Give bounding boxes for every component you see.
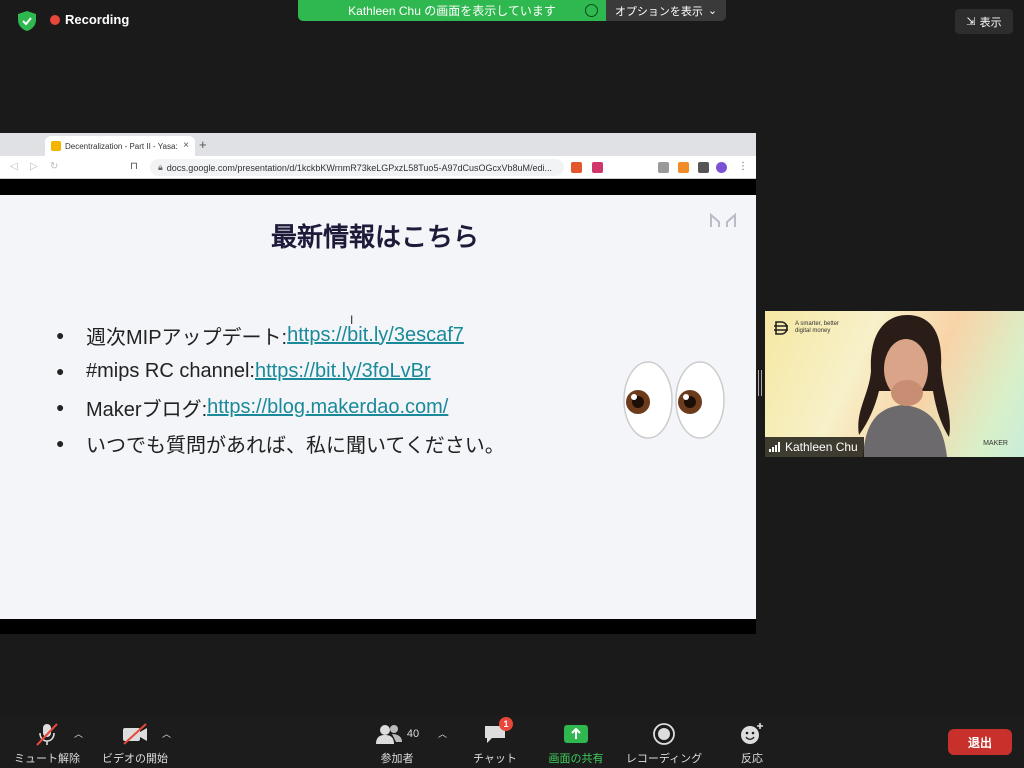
audio-options-caret-icon[interactable]: ︿ xyxy=(74,727,83,740)
record-button[interactable]: レコーディング xyxy=(625,721,703,766)
view-label: 表示 xyxy=(979,16,1002,29)
record-dot-icon xyxy=(50,14,60,25)
bullet-item: ● 週次MIPアップデート: https://bit.ly/3escaf7 xyxy=(56,317,505,353)
bullet-dot: ● xyxy=(56,435,65,451)
close-icon[interactable]: × xyxy=(183,140,189,151)
share-screen-label: 画面の共有 xyxy=(548,753,604,765)
participants-label: 参加者 xyxy=(380,753,414,765)
shield-check-icon[interactable] xyxy=(14,9,40,33)
leave-meeting-button[interactable]: 退出 xyxy=(948,729,1012,755)
participants-icon xyxy=(375,725,402,744)
recording-indicator[interactable]: Recording xyxy=(50,12,129,27)
browser-tab[interactable]: Decentralization - Part II - Yasa: × xyxy=(45,136,195,156)
puzzle-icon[interactable] xyxy=(698,162,709,173)
tagline-line-1: A smarter, better xyxy=(795,321,840,327)
screen-share-banner: Kathleen Chu の画面を表示しています xyxy=(298,0,606,21)
brave-shield-icon[interactable] xyxy=(571,162,582,173)
bookmark-icon[interactable]: ⊓ xyxy=(130,161,138,172)
chat-icon-wrap: 1 xyxy=(483,717,513,747)
share-screen-icon xyxy=(563,721,589,747)
bullet-dot: ● xyxy=(56,363,65,379)
profile-avatar[interactable] xyxy=(716,162,727,173)
view-options-button[interactable]: オプションを表示 ⌄ xyxy=(606,0,726,21)
participants-caret-icon[interactable]: ︿ xyxy=(438,727,447,740)
recording-label: Recording xyxy=(65,12,130,27)
record-icon xyxy=(653,721,675,747)
new-tab-icon[interactable]: + xyxy=(199,137,207,152)
add-reaction-icon xyxy=(740,721,764,747)
back-icon[interactable]: ◁ xyxy=(10,161,18,172)
bullet-link[interactable]: https://bit.ly/3escaf7 xyxy=(287,324,464,347)
extension-icon[interactable] xyxy=(658,162,669,173)
participants-icon-group: 40 xyxy=(375,721,419,747)
reload-icon[interactable]: ↻ xyxy=(50,161,58,172)
chevron-down-icon: ⌄ xyxy=(707,5,718,17)
unmute-label: ミュート解除 xyxy=(14,753,80,765)
muted-microphone-icon xyxy=(34,721,60,747)
slide-bullet-list: ● 週次MIPアップデート: https://bit.ly/3escaf7 ● … xyxy=(56,317,505,461)
slides-favicon-icon xyxy=(51,141,61,151)
zoom-window: Recording Kathleen Chu の画面を表示しています オプション… xyxy=(0,0,1024,768)
participant-silhouette xyxy=(858,315,950,457)
reactions-label: 反応 xyxy=(741,753,763,765)
bullet-text: Makerブログ: xyxy=(86,398,208,421)
eyes-emoji-icon xyxy=(623,361,725,439)
exit-fullscreen-icon: ⇲ xyxy=(966,16,976,28)
participant-video[interactable]: A smarter, better digital money MAKER Ka… xyxy=(765,311,1024,457)
slide-title: 最新情報はこちら xyxy=(270,222,479,252)
participant-name: Kathleen Chu xyxy=(785,440,858,454)
chat-unread-badge: 1 xyxy=(499,717,513,731)
view-options-label: オプションを表示 xyxy=(614,5,703,18)
unmute-button[interactable]: ミュート解除 xyxy=(12,721,82,766)
video-tagline: A smarter, better digital money xyxy=(795,321,839,335)
bullet-dot: ● xyxy=(56,327,65,343)
chat-button[interactable]: 1 チャット xyxy=(470,717,520,766)
start-video-label: ビデオの開始 xyxy=(102,753,168,765)
shared-screen: Decentralization - Part II - Yasa: × + ◁… xyxy=(0,133,756,634)
signal-bars-icon xyxy=(769,442,780,452)
share-screen-button[interactable]: 画面の共有 xyxy=(545,721,607,766)
bullet-link[interactable]: https://blog.makerdao.com/ xyxy=(207,396,448,419)
video-options-caret-icon[interactable]: ︿ xyxy=(162,727,171,740)
url-field[interactable]: 🔒︎ docs.google.com/presentation/d/1kckbK… xyxy=(150,159,564,176)
share-banner-text: Kathleen Chu の画面を表示しています xyxy=(348,4,556,18)
participant-name-tag: Kathleen Chu xyxy=(765,437,864,457)
presentation-slide: 最新情報はこちら I ● 週次MIPアップデート: https://bit.ly… xyxy=(0,195,756,619)
bullet-link[interactable]: https://bit.ly/3foLvBr xyxy=(255,360,431,383)
view-button[interactable]: ⇲ 表示 xyxy=(955,9,1013,34)
participants-count: 40 xyxy=(406,728,420,740)
start-video-button[interactable]: ビデオの開始 xyxy=(100,721,170,766)
video-off-icon xyxy=(121,721,149,747)
reactions-button[interactable]: 反応 xyxy=(734,721,770,766)
resize-handle[interactable] xyxy=(758,370,762,396)
browser-tab-bar: Decentralization - Part II - Yasa: × + xyxy=(0,133,756,156)
bullet-text: #mips RC channel: xyxy=(86,359,255,382)
bullet-item: ● #mips RC channel: https://bit.ly/3foLv… xyxy=(56,353,505,389)
brave-rewards-icon[interactable] xyxy=(592,162,603,173)
record-label: レコーディング xyxy=(625,753,703,765)
chat-label: チャット xyxy=(473,753,517,765)
url-text: docs.google.com/presentation/d/1kckbKWrn… xyxy=(166,162,552,173)
maker-logo-icon xyxy=(710,212,736,227)
bullet-text: 週次MIPアップデート: xyxy=(86,326,288,349)
participants-button[interactable]: 40 参加者 xyxy=(372,721,422,766)
tab-title: Decentralization - Part II - Yasa: xyxy=(65,141,178,151)
forward-icon[interactable]: ▷ xyxy=(30,161,38,172)
bullet-item: ● Makerブログ: https://blog.makerdao.com/ xyxy=(56,389,505,425)
tagline-line-2: digital money xyxy=(795,328,831,334)
bullet-dot: ● xyxy=(56,399,65,415)
meeting-toolbar: ミュート解除 ︿ ビデオの開始 ︿ 40 参加者 ︿ 1 チャット 画面の共有 … xyxy=(0,715,1024,768)
metamask-icon[interactable] xyxy=(678,162,689,173)
browser-address-bar: ◁ ▷ ↻ ⊓ 🔒︎ docs.google.com/presentation/… xyxy=(0,156,756,179)
bullet-item: ● いつでも質問があれば、私に聞いてください。 xyxy=(56,425,505,461)
dai-logo-icon xyxy=(774,321,788,335)
black-band xyxy=(0,179,756,195)
menu-icon[interactable]: ⋮ xyxy=(738,161,748,172)
bullet-text: いつでも質問があれば、私に聞いてください。 xyxy=(86,434,505,457)
stop-share-icon[interactable] xyxy=(585,4,598,17)
lock-icon: 🔒︎ xyxy=(158,162,163,172)
maker-brand-text: MAKER xyxy=(983,440,1008,447)
